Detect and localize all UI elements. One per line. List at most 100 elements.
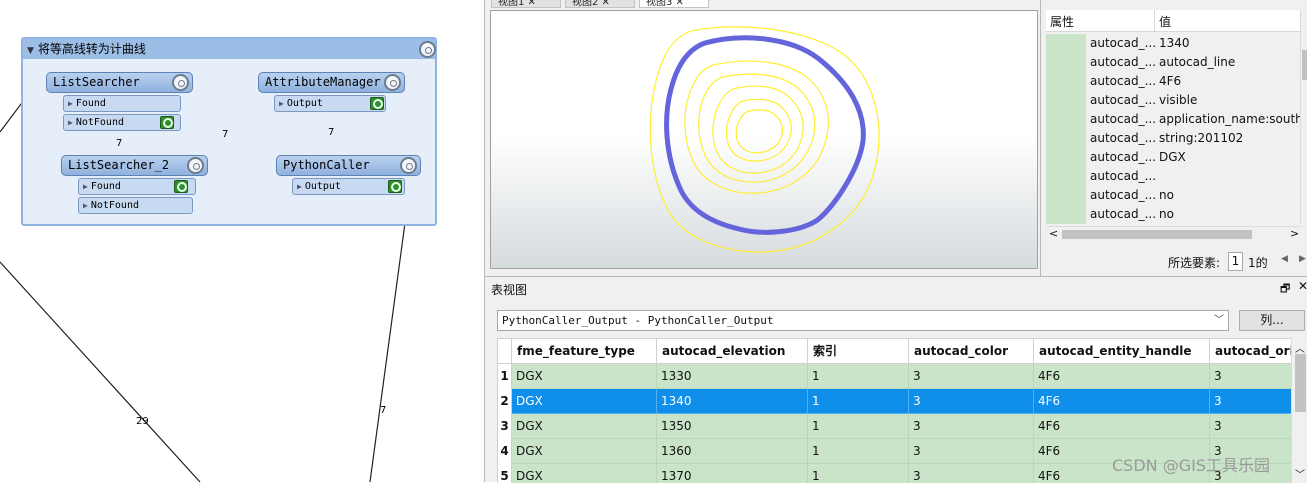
- scroll-up-icon[interactable]: ︿: [1295, 340, 1305, 355]
- row-stripe: [1046, 167, 1086, 186]
- wire-count-label: 7: [222, 129, 229, 140]
- port-listsearcher-found[interactable]: ▶ Found: [63, 95, 181, 112]
- info-row[interactable]: autocad_... DGX: [1046, 148, 1302, 167]
- inspect-icon[interactable]: [388, 180, 402, 193]
- previous-feature-icon[interactable]: ◀: [1281, 254, 1288, 264]
- table-cell[interactable]: 1: [808, 439, 909, 464]
- column-header[interactable]: autocad_entity_handle: [1034, 339, 1210, 364]
- contour-3: [698, 73, 816, 183]
- row-number[interactable]: 3: [498, 414, 512, 439]
- table-cell[interactable]: DGX: [512, 439, 657, 464]
- column-header[interactable]: autocad_orig: [1210, 339, 1291, 364]
- map-view[interactable]: [490, 10, 1038, 269]
- next-feature-icon[interactable]: ▶: [1299, 254, 1306, 264]
- table-vertical-scrollbar[interactable]: ︿ ﹀: [1291, 338, 1307, 483]
- scroll-down-icon[interactable]: ﹀: [1295, 466, 1305, 481]
- info-row[interactable]: autocad_... 1340: [1046, 34, 1302, 53]
- column-header[interactable]: autocad_color: [909, 339, 1034, 364]
- attributemanager-gear-icon[interactable]: [384, 74, 401, 91]
- info-row[interactable]: autocad_... application_name:south: [1046, 110, 1302, 129]
- scroll-left-icon[interactable]: <: [1049, 227, 1058, 240]
- port-triangle-icon: ▶: [83, 201, 88, 210]
- scroll-thumb[interactable]: [1062, 230, 1252, 239]
- port-triangle-icon: ▶: [297, 182, 302, 191]
- port-listsearcher2-notfound[interactable]: ▶ NotFound: [78, 197, 193, 214]
- workspace-canvas[interactable]: ▼ 将等高线转为计曲线 ListSearcher ▶ Found ▶ NotFound…: [0, 0, 484, 482]
- info-vertical-scrollbar[interactable]: [1300, 10, 1307, 224]
- pythoncaller-gear-icon[interactable]: [400, 157, 417, 174]
- table-cell[interactable]: 3: [909, 439, 1034, 464]
- feature-type-select[interactable]: PythonCaller_Output - PythonCaller_Outpu…: [497, 310, 1229, 331]
- bookmark-header[interactable]: ▼ 将等高线转为计曲线: [23, 39, 435, 59]
- row-stripe: [1046, 72, 1086, 91]
- info-row[interactable]: autocad_... autocad_line: [1046, 53, 1302, 72]
- wire-count-label: 7: [328, 127, 335, 138]
- table-cell[interactable]: 3: [1210, 364, 1291, 389]
- bookmark-gear-icon[interactable]: [419, 41, 436, 58]
- table-cell[interactable]: 1360: [657, 439, 808, 464]
- tab-view-1[interactable]: 视图1 ✕: [491, 0, 561, 8]
- table-cell-selected[interactable]: 1: [808, 389, 909, 414]
- info-row[interactable]: autocad_... no: [1046, 205, 1302, 224]
- scroll-thumb[interactable]: [1302, 50, 1307, 80]
- table-cell[interactable]: 3: [909, 464, 1034, 483]
- info-row[interactable]: autocad_... string:201102: [1046, 129, 1302, 148]
- table-cell-selected[interactable]: 4F6: [1034, 389, 1210, 414]
- table-cell[interactable]: 4F6: [1034, 414, 1210, 439]
- info-row[interactable]: autocad_... no: [1046, 186, 1302, 205]
- table-cell[interactable]: 1350: [657, 414, 808, 439]
- table-cell[interactable]: DGX: [512, 364, 657, 389]
- listsearcher-gear-icon[interactable]: [172, 74, 189, 91]
- table-cell-selected[interactable]: 3: [1210, 389, 1291, 414]
- info-row[interactable]: autocad_...: [1046, 167, 1302, 186]
- port-triangle-icon: ▶: [279, 99, 284, 108]
- info-row[interactable]: autocad_... visible: [1046, 91, 1302, 110]
- inspect-icon[interactable]: [160, 116, 174, 129]
- table-cell-selected[interactable]: DGX: [512, 389, 657, 414]
- table-cell-selected[interactable]: 3: [909, 389, 1034, 414]
- collapse-triangle-icon[interactable]: ▼: [27, 41, 34, 61]
- transformer-attributemanager[interactable]: AttributeManager: [258, 72, 405, 93]
- column-header[interactable]: 索引: [808, 339, 909, 364]
- row-number[interactable]: 2: [498, 389, 512, 414]
- table-cell[interactable]: 1: [808, 414, 909, 439]
- table-cell[interactable]: 1: [808, 464, 909, 483]
- info-horizontal-scrollbar[interactable]: < >: [1046, 226, 1302, 242]
- transformer-listsearcher[interactable]: ListSearcher: [46, 72, 193, 93]
- tab-view-3[interactable]: 视图3 ✕: [639, 0, 709, 8]
- table-cell[interactable]: 1370: [657, 464, 808, 483]
- row-number[interactable]: 4: [498, 439, 512, 464]
- scroll-right-icon[interactable]: >: [1290, 227, 1299, 240]
- inspect-icon[interactable]: [174, 180, 188, 193]
- table-cell-selected[interactable]: 1340: [657, 389, 808, 414]
- columns-button[interactable]: 列...: [1239, 310, 1305, 331]
- selected-features-label: 所选要素:: [1168, 256, 1221, 270]
- row-stripe: [1046, 91, 1086, 110]
- row-stripe: [1046, 53, 1086, 72]
- row-number[interactable]: 5: [498, 464, 512, 483]
- table-cell[interactable]: 3: [1210, 414, 1291, 439]
- table-cell[interactable]: 3: [909, 414, 1034, 439]
- table-cell[interactable]: 4F6: [1034, 364, 1210, 389]
- selected-index-input[interactable]: 1: [1228, 252, 1243, 271]
- row-number[interactable]: 1: [498, 364, 512, 389]
- table-view-title: 表视图: [491, 283, 528, 297]
- listsearcher2-gear-icon[interactable]: [187, 157, 204, 174]
- inspect-icon[interactable]: [370, 97, 384, 110]
- bookmark-title: 将等高线转为计曲线: [37, 42, 146, 56]
- info-row[interactable]: autocad_... 4F6: [1046, 72, 1302, 91]
- table-cell[interactable]: 1330: [657, 364, 808, 389]
- chevron-down-icon[interactable]: ﹀: [1214, 311, 1224, 330]
- row-stripe: [1046, 129, 1086, 148]
- column-header[interactable]: autocad_elevation: [657, 339, 808, 364]
- table-cell[interactable]: 3: [909, 364, 1034, 389]
- close-pane-icon[interactable]: ✕: [1298, 279, 1307, 293]
- column-header[interactable]: fme_feature_type: [512, 339, 657, 364]
- table-cell[interactable]: DGX: [512, 414, 657, 439]
- restore-window-icon[interactable]: 🗗: [1280, 280, 1290, 299]
- scroll-thumb[interactable]: [1295, 354, 1306, 412]
- table-cell[interactable]: 1: [808, 364, 909, 389]
- transformer-listsearcher-2[interactable]: ListSearcher_2: [61, 155, 208, 176]
- table-cell[interactable]: DGX: [512, 464, 657, 483]
- tab-view-2[interactable]: 视图2 ✕: [565, 0, 635, 8]
